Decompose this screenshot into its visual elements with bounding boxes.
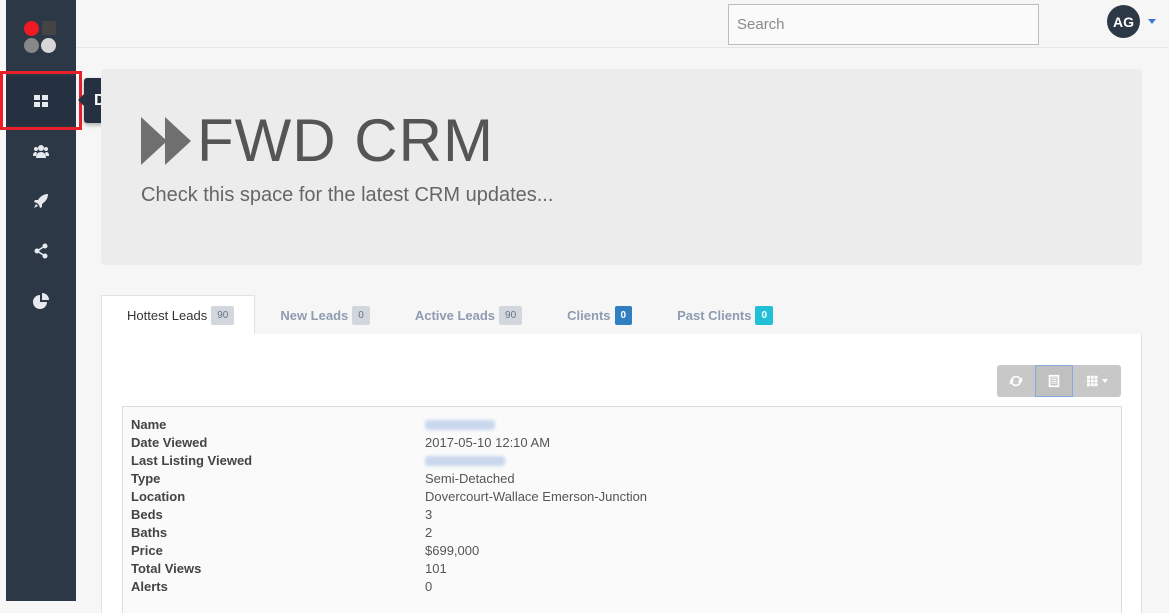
- users-icon: [33, 145, 49, 158]
- field-value: 101: [425, 561, 447, 576]
- chevron-down-icon[interactable]: [1148, 19, 1156, 24]
- tab-label: Past Clients: [677, 307, 752, 323]
- rocket-icon: [34, 194, 48, 208]
- tab-clients[interactable]: Clients 0: [542, 295, 652, 335]
- field-label: Type: [131, 471, 161, 486]
- field-label: Baths: [131, 525, 168, 540]
- search-input[interactable]: [728, 4, 1039, 45]
- field-label: Date Viewed: [131, 435, 208, 450]
- avatar[interactable]: AG: [1107, 5, 1140, 38]
- hero-banner: FWD CRM Check this space for the latest …: [101, 69, 1142, 265]
- field-label: Total Views: [131, 561, 202, 576]
- count-badge: 0: [352, 305, 370, 325]
- lead-field-row: Last Listing Viewed: [131, 453, 1111, 471]
- pie-chart-icon: [33, 293, 49, 309]
- field-value-redacted[interactable]: [425, 453, 505, 471]
- top-bar: AG: [76, 0, 1169, 48]
- count-badge: 90: [499, 305, 523, 325]
- lead-field-row: Price $699,000: [131, 543, 1111, 561]
- field-label: Beds: [131, 507, 163, 522]
- sidebar-item-share[interactable]: [6, 226, 76, 276]
- tab-label: New Leads: [280, 307, 349, 323]
- hero-title: FWD CRM: [197, 107, 494, 174]
- table-toolbar: [997, 365, 1121, 397]
- hero-logo: FWD CRM: [141, 111, 494, 171]
- sidebar-item-dashboard[interactable]: [6, 76, 76, 126]
- card-view-button[interactable]: [1035, 365, 1073, 397]
- tab-hottest-leads[interactable]: Hottest Leads 90: [101, 295, 256, 335]
- app-logo[interactable]: [24, 21, 60, 57]
- count-badge: 0: [614, 305, 633, 325]
- hero-subtitle: Check this space for the latest CRM upda…: [141, 184, 554, 206]
- sidebar-item-campaigns[interactable]: [6, 176, 76, 226]
- sidebar-item-reports[interactable]: [6, 276, 76, 326]
- lead-field-row: Total Views 101: [131, 561, 1111, 579]
- field-label: Location: [131, 489, 186, 504]
- field-value: Dovercourt-Wallace Emerson-Junction: [425, 489, 648, 504]
- lead-field-row: Date Viewed 2017-05-10 12:10 AM: [131, 435, 1111, 453]
- field-value-redacted: [425, 417, 495, 435]
- count-badge: 90: [211, 306, 235, 325]
- refresh-icon: [1009, 375, 1023, 387]
- grid-icon: [1086, 375, 1097, 387]
- tab-label: Active Leads: [414, 307, 496, 323]
- field-label: Last Listing Viewed: [131, 453, 253, 468]
- field-label: Name: [131, 417, 167, 432]
- tab-active-leads[interactable]: Active Leads 90: [390, 295, 542, 335]
- tab-label: Clients: [567, 307, 611, 323]
- list-icon: [1048, 374, 1060, 388]
- tab-label: Hottest Leads: [127, 308, 208, 323]
- tab-new-leads[interactable]: New Leads 0: [255, 295, 389, 335]
- field-value: 3: [425, 507, 433, 522]
- lead-tabs: Hottest Leads 90 New Leads 0 Active Lead…: [101, 295, 793, 335]
- lead-field-row: Baths 2: [131, 525, 1111, 543]
- tab-past-clients[interactable]: Past Clients 0: [652, 295, 793, 335]
- dashboard-icon: [34, 95, 48, 107]
- lead-field-row: Alerts 0: [131, 579, 1111, 597]
- lead-field-row: Location Dovercourt-Wallace Emerson-Junc…: [131, 489, 1111, 507]
- lead-field-row: Type Semi-Detached: [131, 471, 1111, 489]
- tab-panel: Name Date Viewed 2017-05-10 12:10 AM Las…: [101, 334, 1142, 613]
- lead-card: Name Date Viewed 2017-05-10 12:10 AM Las…: [122, 406, 1122, 613]
- field-value: 2017-05-10 12:10 AM: [425, 435, 551, 450]
- field-value: 0: [425, 579, 433, 594]
- share-icon: [34, 243, 48, 259]
- sidebar-item-contacts[interactable]: [6, 126, 76, 176]
- field-value: 2: [425, 525, 433, 540]
- sidebar: [6, 0, 76, 601]
- lead-field-row: Beds 3: [131, 507, 1111, 525]
- fast-forward-icon: [141, 117, 191, 165]
- field-label: Alerts: [131, 579, 168, 594]
- lead-field-row: Name: [131, 417, 1111, 435]
- caret-down-icon: [1101, 379, 1108, 383]
- count-badge: 0: [755, 305, 774, 325]
- field-label: Price: [131, 543, 163, 558]
- refresh-button[interactable]: [997, 365, 1035, 397]
- columns-dropdown-button[interactable]: [1073, 365, 1121, 397]
- field-value: $699,000: [425, 543, 480, 558]
- field-value: Semi-Detached: [425, 471, 515, 486]
